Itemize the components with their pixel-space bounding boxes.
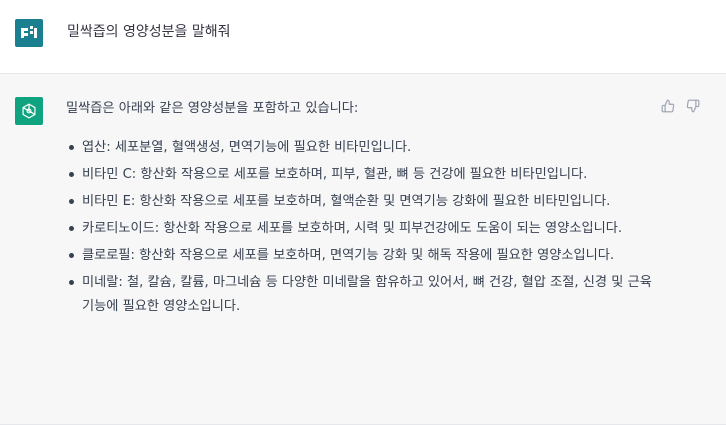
answer-intro: 밀싹즙은 아래와 같은 영양성분을 포함하고 있습니다:	[66, 101, 359, 116]
list-item: 클로로필: 항산화 작용으로 세포를 보호하며, 면역기능 강화 및 해독 작용…	[66, 244, 656, 268]
list-item: 미네랄: 철, 칼슘, 칼륨, 마그네슘 등 다양한 미네랄을 함유하고 있어서…	[66, 271, 656, 319]
list-item: 엽산: 세포분열, 혈액생성, 면역기능에 필요한 비타민입니다.	[66, 136, 656, 160]
user-avatar-icon	[15, 19, 43, 47]
assistant-message-row: 밀싹즙은 아래와 같은 영양성분을 포함하고 있습니다: 엽산: 세포분열, 혈…	[0, 74, 726, 425]
nutrient-list: 엽산: 세포분열, 혈액생성, 면역기능에 필요한 비타민입니다. 비타민 C:…	[66, 136, 656, 319]
list-item: 카로티노이드: 항산화 작용으로 세포를 보호하며, 시력 및 피부건강에도 도…	[66, 217, 656, 241]
openai-logo-icon	[15, 97, 43, 125]
user-message-row: 밀싹즙의 영양성분을 말해줘	[0, 0, 726, 74]
list-item: 비타민 C: 항산화 작용으로 세포를 보호하며, 피부, 혈관, 뼈 등 건강…	[66, 163, 656, 187]
feedback-buttons	[660, 98, 701, 114]
list-item: 비타민 E: 항산화 작용으로 세포를 보호하며, 혈액순환 및 면역기능 강화…	[66, 190, 656, 214]
user-message-text: 밀싹즙의 영양성분을 말해줘	[67, 24, 231, 40]
thumbs-up-icon[interactable]	[660, 98, 676, 114]
thumbs-down-icon[interactable]	[685, 98, 701, 114]
assistant-answer: 밀싹즙은 아래와 같은 영양성분을 포함하고 있습니다: 엽산: 세포분열, 혈…	[66, 97, 656, 322]
